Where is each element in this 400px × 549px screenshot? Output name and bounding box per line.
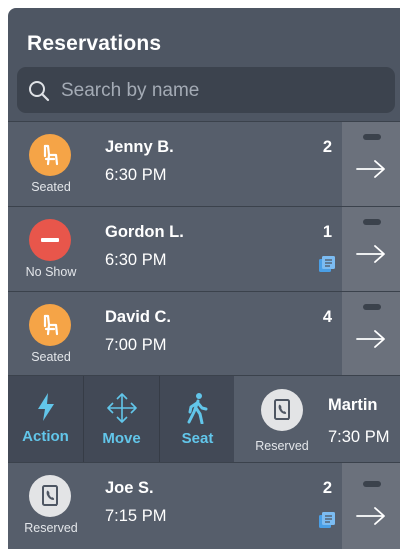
lightning-icon — [37, 393, 54, 421]
seat-label: Seat — [181, 430, 214, 447]
status-label: Seated — [31, 350, 71, 364]
notes-icon — [319, 512, 335, 528]
open-reservation-button[interactable] — [342, 207, 400, 291]
party-size: 1 — [322, 223, 332, 241]
guest-name: Jenny B. — [105, 138, 174, 156]
status-label: Reserved — [24, 521, 78, 535]
guest-name: Gordon L. — [105, 223, 184, 241]
move-button[interactable]: Move — [84, 376, 160, 462]
walking-person-icon — [187, 393, 207, 424]
reservation-row[interactable]: Reserved Joe S. 7:15 PM 2 — [8, 462, 400, 549]
action-button[interactable]: Action — [8, 376, 84, 462]
drag-grip[interactable] — [363, 134, 381, 140]
drag-grip[interactable] — [363, 304, 381, 310]
drag-grip[interactable] — [363, 481, 381, 487]
chair-icon — [29, 304, 71, 346]
chair-icon — [29, 134, 71, 176]
status-label: Seated — [31, 180, 71, 194]
move-arrows-icon — [106, 393, 137, 423]
reservation-row[interactable]: Seated Jenny B. 6:30 PM 2 — [8, 121, 400, 206]
open-reservation-button[interactable] — [342, 292, 400, 376]
status-label: No Show — [25, 265, 77, 279]
reservation-time: 7:00 PM — [105, 336, 167, 354]
swipe-actions: Action Move Seat Reserved Martin 7:30 PM — [8, 375, 400, 462]
reservation-row[interactable]: No Show Gordon L. 6:30 PM 1 — [8, 206, 400, 291]
reservation-row[interactable]: Reserved Martin 7:30 PM — [234, 376, 400, 462]
arrow-right-icon — [356, 160, 385, 178]
phone-book-icon — [29, 475, 71, 517]
guest-name: Joe S. — [105, 479, 154, 497]
no-entry-icon — [29, 219, 71, 261]
arrow-right-icon — [356, 245, 385, 263]
arrow-right-icon — [356, 330, 385, 348]
notes-icon — [319, 256, 335, 272]
reservation-time: 6:30 PM — [105, 166, 167, 184]
open-reservation-button[interactable] — [342, 463, 400, 549]
reservations-panel: Reservations Seated Jenny B. 6:30 PM 2 — [8, 8, 400, 549]
arrow-right-icon — [356, 507, 385, 525]
action-label: Action — [22, 428, 69, 445]
party-size: 4 — [322, 308, 332, 326]
phone-book-icon — [261, 389, 303, 431]
guest-name: David C. — [105, 308, 172, 326]
party-size: 2 — [322, 138, 332, 156]
drag-grip[interactable] — [363, 219, 381, 225]
search-box[interactable] — [17, 67, 395, 113]
reservation-row[interactable]: Seated David C. 7:00 PM 4 — [8, 291, 400, 376]
search-input[interactable] — [59, 76, 383, 106]
party-size: 2 — [322, 479, 332, 497]
move-label: Move — [102, 430, 141, 447]
reservation-time: 7:30 PM — [328, 428, 390, 446]
search-icon — [29, 81, 50, 102]
reservation-time: 6:30 PM — [105, 251, 167, 269]
status-label: Reserved — [255, 439, 309, 453]
reservation-time: 7:15 PM — [105, 507, 167, 525]
open-reservation-button[interactable] — [342, 122, 400, 206]
page-title: Reservations — [27, 32, 162, 55]
guest-name: Martin — [328, 396, 378, 414]
seat-button[interactable]: Seat — [160, 376, 235, 462]
